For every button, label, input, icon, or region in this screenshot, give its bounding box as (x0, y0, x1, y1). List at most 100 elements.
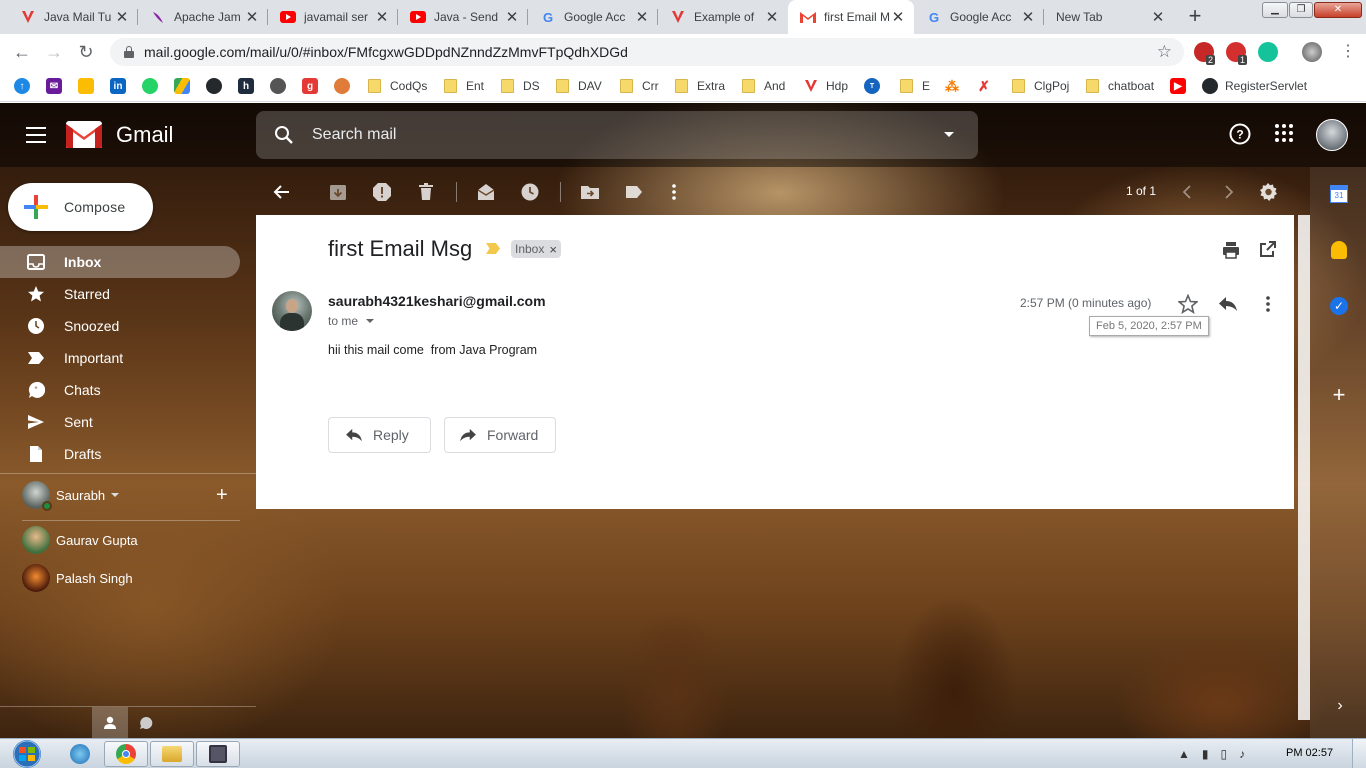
show-desktop-button[interactable] (1352, 739, 1366, 768)
bookmark-icon-only[interactable] (174, 76, 197, 96)
bookmark-icon-only[interactable]: h (238, 76, 261, 96)
main-menu-icon[interactable] (26, 127, 46, 143)
nav-sent[interactable]: Sent (0, 406, 240, 438)
browser-tab[interactable]: G Google Acc ✕ (914, 0, 1044, 34)
bookmark-folder[interactable]: DS (501, 76, 540, 96)
nav-drafts[interactable]: Drafts (0, 438, 240, 470)
tasks-icon[interactable]: ✓ (1330, 297, 1348, 315)
network-icon[interactable]: ▮ (1202, 747, 1209, 761)
browser-tab-active[interactable]: first Email M ✕ (788, 0, 914, 34)
nav-inbox[interactable]: Inbox (0, 246, 240, 278)
label-icon[interactable] (624, 182, 644, 202)
bookmark-icon-only[interactable]: g (302, 76, 325, 96)
browser-tab[interactable]: New Tab ✕ (1044, 0, 1174, 34)
bookmark-folder[interactable]: Crr (620, 76, 659, 96)
settings-gear-icon[interactable] (1258, 182, 1278, 202)
profile-avatar[interactable] (1302, 42, 1322, 62)
taskbar-explorer[interactable] (150, 741, 194, 767)
nav-chats[interactable]: “ Chats (0, 374, 240, 406)
older-chevron-icon[interactable] (1218, 182, 1238, 202)
windows-start-button[interactable] (8, 739, 46, 768)
chat-tab[interactable] (136, 713, 156, 733)
bookmark-folder[interactable]: And (742, 76, 785, 96)
browser-tab[interactable]: Java - Send ✕ (398, 0, 528, 34)
chrome-menu-icon[interactable]: ⋮ (1336, 40, 1360, 64)
taskbar-app[interactable] (58, 741, 102, 767)
grammarly-icon[interactable] (1258, 42, 1278, 62)
print-icon[interactable] (1222, 241, 1240, 259)
bookmark-star-icon[interactable]: ☆ (1157, 42, 1172, 62)
open-new-window-icon[interactable] (1259, 241, 1276, 258)
remove-label-icon[interactable]: × (549, 242, 557, 257)
bookmark-icon-only[interactable]: ✗ (976, 76, 999, 96)
close-tab-icon[interactable]: ✕ (1020, 8, 1036, 26)
bookmark-folder[interactable]: ClgPoj (1012, 76, 1069, 96)
mark-unread-icon[interactable] (476, 182, 496, 202)
battery-icon[interactable]: ▯ (1221, 747, 1228, 761)
close-tab-icon[interactable]: ✕ (1150, 8, 1166, 26)
browser-tab[interactable]: javamail ser ✕ (268, 0, 398, 34)
hangouts-contact[interactable]: Palash Singh (22, 564, 133, 592)
star-icon[interactable] (1178, 294, 1198, 314)
bookmark-icon-only[interactable] (142, 76, 165, 96)
search-bar[interactable] (256, 111, 978, 159)
new-tab-button[interactable]: + (1183, 5, 1207, 29)
nav-important[interactable]: Important (0, 342, 240, 374)
delete-icon[interactable] (416, 182, 436, 202)
close-tab-icon[interactable]: ✕ (764, 8, 780, 26)
sender-email[interactable]: saurabh4321keshari@gmail.com (328, 293, 546, 309)
reply-button[interactable]: Reply (328, 417, 431, 453)
close-tab-icon[interactable]: ✕ (504, 8, 520, 26)
close-tab-icon[interactable]: ✕ (114, 8, 130, 26)
reload-button[interactable]: ↻ (74, 40, 98, 64)
bookmark-icon-only[interactable] (78, 76, 101, 96)
hangouts-contact[interactable]: Gaurav Gupta (22, 526, 138, 554)
search-input[interactable] (312, 111, 912, 159)
browser-tab[interactable]: Example of ✕ (658, 0, 788, 34)
close-tab-icon[interactable]: ✕ (890, 8, 906, 26)
snooze-icon[interactable] (520, 182, 540, 202)
browser-tab[interactable]: G Google Acc ✕ (528, 0, 658, 34)
bookmark-icon-only[interactable] (206, 76, 229, 96)
compose-button[interactable]: Compose (8, 183, 153, 231)
hangouts-me[interactable]: Saurabh (22, 481, 120, 511)
taskbar-clock[interactable]: PM 02:57 (1286, 747, 1333, 759)
account-avatar[interactable] (1316, 119, 1348, 151)
bookmark-folder[interactable]: CodQs (368, 76, 427, 96)
chevron-right-icon[interactable]: › (1332, 698, 1348, 714)
bookmark-icon-only[interactable]: ▶ (1170, 76, 1193, 96)
add-contact-icon[interactable]: + (216, 485, 228, 505)
report-spam-icon[interactable] (372, 182, 392, 202)
add-addon-icon[interactable]: + (1329, 384, 1349, 406)
reply-icon[interactable] (1218, 296, 1238, 312)
taskbar-app[interactable] (196, 741, 240, 767)
bookmark-link[interactable]: Hdp (803, 76, 848, 96)
newer-chevron-icon[interactable] (1178, 182, 1198, 202)
minimize-button[interactable]: ▁ (1262, 2, 1288, 18)
address-bar[interactable]: mail.google.com/mail/u/0/#inbox/FMfcgxwG… (110, 38, 1184, 66)
move-to-icon[interactable] (580, 182, 600, 202)
apps-grid-icon[interactable] (1274, 123, 1294, 143)
show-hidden-icons[interactable]: ▲ (1178, 747, 1190, 761)
url-text[interactable]: mail.google.com/mail/u/0/#inbox/FMfcgxwG… (144, 44, 628, 60)
importance-marker-icon[interactable] (486, 243, 500, 254)
recipients-toggle[interactable]: to me (328, 314, 375, 328)
bookmark-folder[interactable]: chatboat (1086, 76, 1154, 96)
chevron-down-icon[interactable] (111, 493, 120, 497)
close-tab-icon[interactable]: ✕ (374, 8, 390, 26)
close-tab-icon[interactable]: ✕ (634, 8, 650, 26)
bookmark-icon-only[interactable] (334, 76, 357, 96)
search-icon[interactable] (274, 125, 294, 145)
sender-avatar[interactable] (272, 291, 312, 331)
bookmark-icon-only[interactable]: ✉ (46, 76, 69, 96)
nav-snoozed[interactable]: Snoozed (0, 310, 240, 342)
bookmark-link[interactable]: RegisterServlet (1202, 76, 1307, 96)
back-button[interactable]: ← (10, 40, 34, 64)
calendar-icon[interactable]: 31 (1330, 185, 1348, 203)
taskbar-chrome[interactable] (104, 741, 148, 767)
forward-button[interactable]: Forward (444, 417, 556, 453)
window-close-button[interactable]: ✕ (1314, 2, 1362, 18)
maximize-button[interactable]: ❐ (1289, 2, 1313, 18)
search-options-icon[interactable] (944, 132, 954, 137)
message-more-icon[interactable] (1258, 294, 1278, 314)
